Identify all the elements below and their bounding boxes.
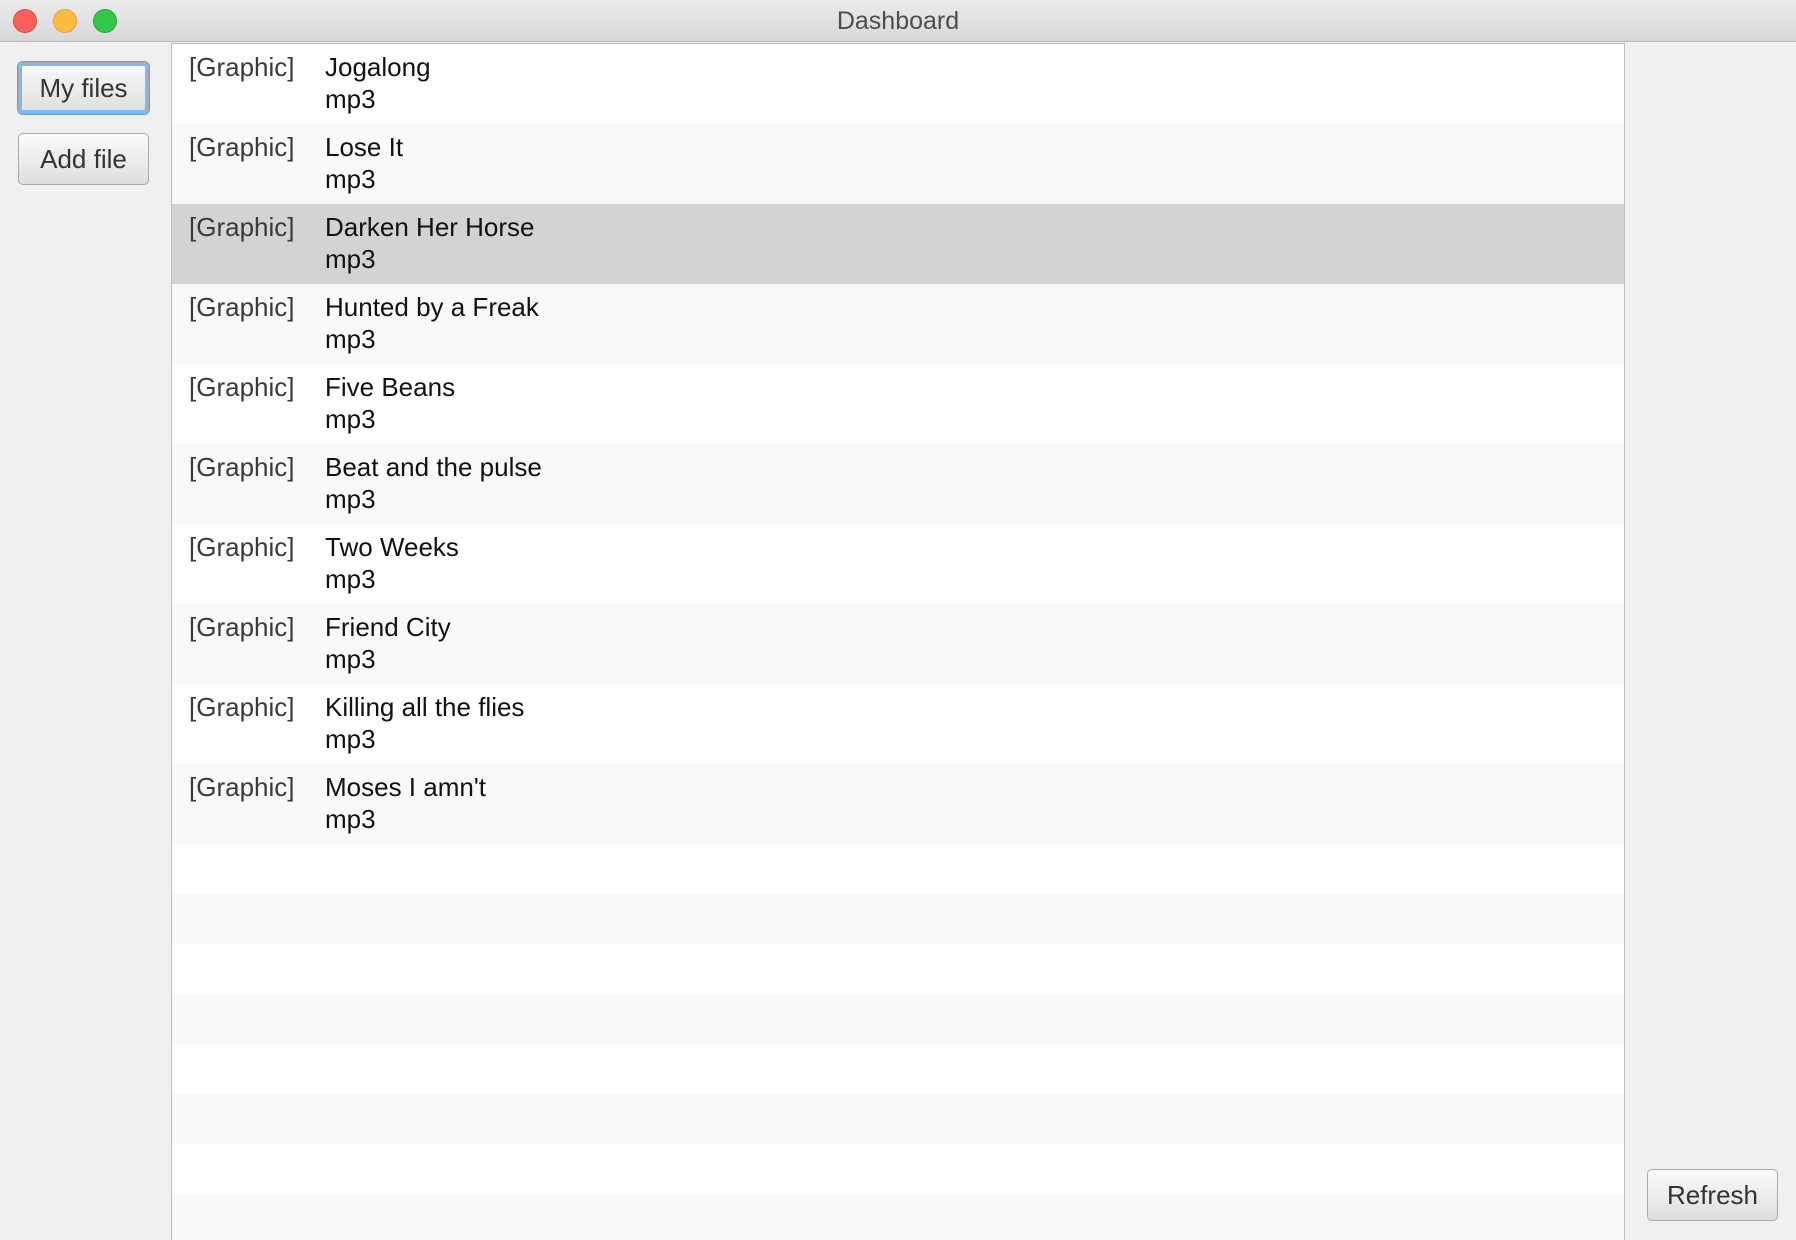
file-type: mp3: [325, 564, 376, 594]
file-list-item[interactable]: [Graphic] Hunted by a Freak mp3: [172, 284, 1624, 364]
file-name: Beat and the pulse: [325, 452, 542, 482]
file-graphic-placeholder: [Graphic]: [189, 532, 295, 562]
file-graphic-placeholder: [Graphic]: [189, 372, 295, 402]
file-type: mp3: [325, 804, 376, 834]
file-list-item[interactable]: [Graphic] Jogalong mp3: [172, 44, 1624, 124]
empty-list-row: [172, 1094, 1624, 1144]
file-list-item[interactable]: [Graphic] Darken Her Horse mp3: [172, 204, 1624, 284]
file-graphic-placeholder: [Graphic]: [189, 612, 295, 642]
empty-list-row: [172, 944, 1624, 994]
file-type: mp3: [325, 244, 376, 274]
empty-list-row: [172, 1044, 1624, 1094]
empty-list-row: [172, 994, 1624, 1044]
refresh-button[interactable]: Refresh: [1647, 1169, 1778, 1221]
file-type: mp3: [325, 164, 376, 194]
file-list[interactable]: [Graphic] Jogalong mp3 [Graphic] Lose It mp3[…: [171, 43, 1625, 1240]
file-name: Lose It: [325, 132, 404, 162]
file-name: Hunted by a Freak: [325, 292, 539, 322]
file-type: mp3: [325, 404, 376, 434]
file-list-item[interactable]: [Graphic] Moses I amn't mp3: [172, 764, 1624, 844]
file-type: mp3: [325, 484, 376, 514]
my-files-button[interactable]: My files: [18, 62, 149, 114]
empty-list-row: [172, 894, 1624, 944]
empty-list-row: [172, 1144, 1624, 1194]
file-list-item[interactable]: [Graphic] Two Weeks mp3: [172, 524, 1624, 604]
file-graphic-placeholder: [Graphic]: [189, 772, 295, 802]
file-graphic-placeholder: [Graphic]: [189, 212, 295, 242]
file-name: Moses I amn't: [325, 772, 487, 802]
empty-list-row: [172, 844, 1624, 894]
file-type: mp3: [325, 84, 376, 114]
file-graphic-placeholder: [Graphic]: [189, 132, 295, 162]
add-file-button[interactable]: Add file: [18, 133, 149, 185]
file-name: Five Beans: [325, 372, 456, 402]
file-list-item[interactable]: [Graphic] Friend City mp3: [172, 604, 1624, 684]
file-name: Friend City: [325, 612, 451, 642]
file-list-item[interactable]: [Graphic] Killing all the flies mp3: [172, 684, 1624, 764]
file-graphic-placeholder: [Graphic]: [189, 292, 295, 322]
window-title: Dashboard: [836, 7, 960, 35]
file-name: Killing all the flies: [325, 692, 525, 722]
file-name: Darken Her Horse: [325, 212, 535, 242]
file-type: mp3: [325, 644, 376, 674]
file-name: Jogalong: [325, 52, 431, 82]
file-type: mp3: [325, 724, 376, 754]
empty-list-row: [172, 1194, 1624, 1240]
file-list-item[interactable]: [Graphic] Lose It mp3: [172, 124, 1624, 204]
file-type: mp3: [325, 324, 376, 354]
file-graphic-placeholder: [Graphic]: [189, 692, 295, 722]
file-graphic-placeholder: [Graphic]: [189, 52, 295, 82]
dashboard-window: Dashboard My files Add file [Graphic] Jog…: [0, 0, 1796, 1240]
file-name: Two Weeks: [325, 532, 459, 562]
title-bar: Dashboard: [0, 0, 1796, 42]
file-list-item[interactable]: [Graphic] Five Beans mp3: [172, 364, 1624, 444]
file-graphic-placeholder: [Graphic]: [189, 452, 295, 482]
file-list-item[interactable]: [Graphic] Beat and the pulse mp3: [172, 444, 1624, 524]
